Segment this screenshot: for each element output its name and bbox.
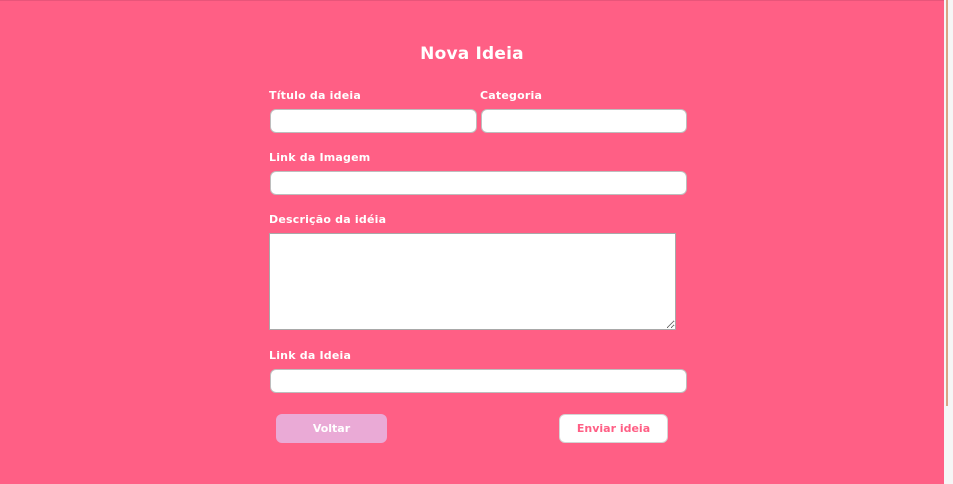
idea-link-label: Link da Ideia — [269, 349, 352, 362]
back-button[interactable]: Voltar — [276, 414, 387, 443]
description-label: Descrição da idéia — [269, 213, 387, 226]
idea-link-input[interactable] — [270, 369, 687, 393]
submit-idea-button[interactable]: Enviar ideia — [559, 414, 668, 443]
scrollbar[interactable] — [944, 0, 953, 484]
scrollbar-thumb[interactable] — [946, 0, 948, 406]
idea-title-label: Título da ideia — [269, 89, 361, 102]
top-divider — [0, 0, 944, 1]
category-input[interactable] — [481, 109, 687, 133]
description-textarea[interactable] — [269, 233, 676, 330]
image-link-input[interactable] — [270, 171, 687, 195]
image-link-label: Link da Imagem — [269, 151, 371, 164]
page-title: Nova Ideia — [420, 44, 524, 64]
category-label: Categoria — [480, 89, 543, 102]
idea-title-input[interactable] — [270, 109, 477, 133]
